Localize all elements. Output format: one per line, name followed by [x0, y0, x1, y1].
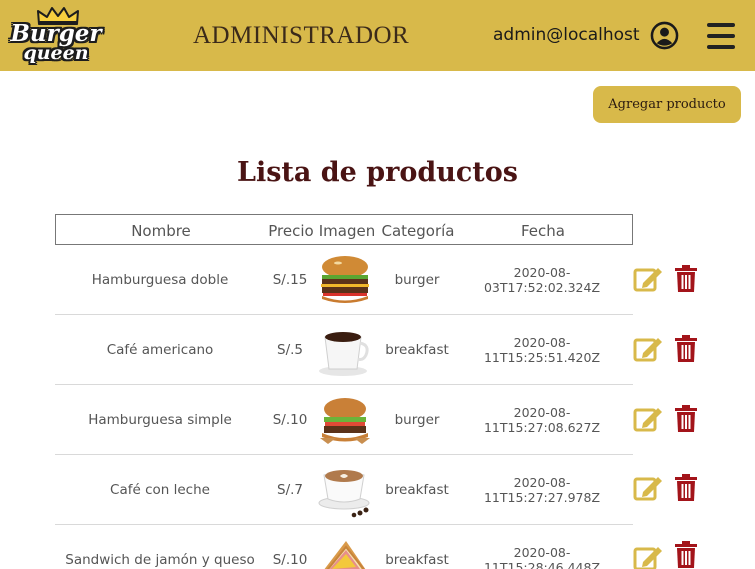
- product-category: breakfast: [385, 342, 449, 358]
- edit-icon[interactable]: [633, 473, 663, 503]
- product-category: breakfast: [385, 552, 449, 568]
- top-header: Burger queen ADMINISTRADOR admin@localho…: [0, 0, 755, 71]
- product-price: S/.5: [277, 342, 303, 358]
- trash-icon[interactable]: [674, 335, 698, 363]
- user-circle-icon[interactable]: [650, 21, 679, 50]
- user-email: admin@localhost: [493, 25, 640, 45]
- product-name: Hamburguesa simple: [88, 412, 232, 428]
- double-burger-image: [321, 256, 369, 303]
- table-row: Hamburguesa doble S/.15 burger 2020-08-0…: [55, 245, 633, 315]
- product-image: [315, 525, 375, 569]
- product-date: 2020-08-11T15:25:51.420Z: [483, 335, 601, 365]
- hamburger-menu-icon[interactable]: [707, 23, 735, 49]
- trash-icon[interactable]: [674, 405, 698, 433]
- product-image: [315, 315, 375, 385]
- table-row: Sandwich de jamón y queso S/.10 breakfas…: [55, 525, 633, 569]
- edit-icon[interactable]: [633, 543, 663, 569]
- edit-icon[interactable]: [633, 404, 663, 434]
- column-header-category: Categoría: [381, 222, 455, 240]
- column-header-date: Fecha: [521, 222, 565, 240]
- page-header-title: ADMINISTRADOR: [193, 22, 410, 49]
- product-name: Hamburguesa doble: [91, 272, 229, 288]
- table-row: Café con leche S/.7 breakfast 2020-08-11…: [55, 455, 633, 525]
- product-image: [315, 245, 375, 315]
- table-row: Hamburguesa simple S/.10 burger 2020-08-…: [55, 385, 633, 455]
- product-category: burger: [394, 412, 440, 428]
- product-name: Café americano: [106, 342, 214, 358]
- product-date: 2020-08-11T15:27:27.978Z: [483, 475, 601, 505]
- single-burger-image: [320, 398, 370, 444]
- ham-cheese-sandwich-image: [324, 541, 366, 569]
- product-list-title: Lista de productos: [236, 157, 518, 188]
- product-price: S/.7: [277, 482, 303, 498]
- column-header-price: Precio: [268, 222, 314, 240]
- coffee-cup-image: [319, 332, 369, 376]
- table-header: Nombre Precio Imagen Categoría Fecha: [55, 214, 633, 245]
- edit-icon[interactable]: [633, 264, 663, 294]
- menu-bar: [707, 23, 735, 27]
- product-name: Café con leche: [110, 482, 210, 498]
- table-row: Café americano S/.5 breakfast 2020-08-11…: [55, 315, 633, 385]
- product-price: S/.15: [272, 272, 308, 288]
- menu-bar: [707, 34, 735, 38]
- product-image: [315, 455, 375, 525]
- product-name: Sandwich de jamón y queso: [65, 552, 255, 568]
- trash-icon[interactable]: [674, 474, 698, 502]
- latte-cup-image: [318, 470, 370, 518]
- product-date: 2020-08-03T17:52:02.324Z: [483, 265, 601, 295]
- edit-icon[interactable]: [633, 334, 663, 364]
- trash-icon[interactable]: [674, 541, 698, 569]
- trash-icon[interactable]: [674, 265, 698, 293]
- product-image: [315, 385, 375, 455]
- product-date: 2020-08-11T15:28:46.448Z: [483, 545, 601, 569]
- burger-queen-logo[interactable]: Burger queen: [8, 6, 104, 66]
- product-date: 2020-08-11T15:27:08.627Z: [483, 405, 601, 435]
- product-price: S/.10: [272, 412, 308, 428]
- menu-bar: [707, 45, 735, 49]
- column-header-name: Nombre: [131, 222, 191, 240]
- column-header-image: Imagen: [318, 222, 376, 240]
- product-category: burger: [394, 272, 440, 288]
- product-price: S/.10: [272, 552, 308, 568]
- products-table: Nombre Precio Imagen Categoría Fecha Ham…: [55, 214, 633, 569]
- product-category: breakfast: [385, 482, 449, 498]
- add-product-button[interactable]: Agregar producto: [593, 86, 741, 123]
- logo-word-queen: queen: [23, 42, 89, 64]
